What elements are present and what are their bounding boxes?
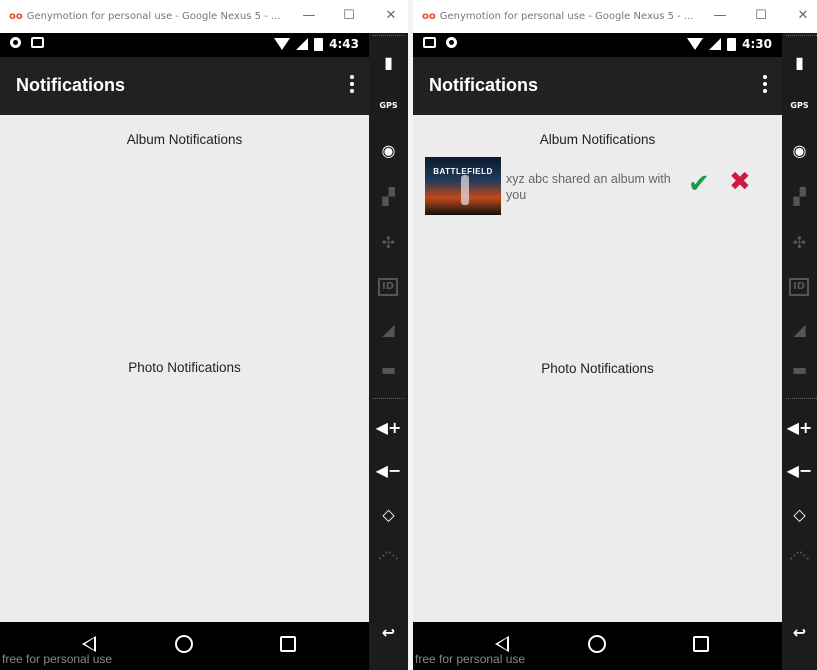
- mail-icon: [31, 37, 44, 48]
- status-bar: 4:30: [413, 33, 782, 57]
- device-screen: 4:43 Notifications Album Notifications P…: [0, 33, 369, 670]
- close-button[interactable]: ✕: [791, 8, 815, 23]
- album-notifications-heading: Album Notifications: [539, 132, 656, 147]
- check-icon[interactable]: ✔: [688, 169, 710, 199]
- video-icon: ▞: [793, 187, 806, 206]
- wifi-icon: [687, 38, 704, 50]
- close-button[interactable]: ✕: [379, 8, 403, 23]
- minimize-button[interactable]: —: [297, 8, 321, 23]
- photo-notifications-heading: Photo Notifications: [541, 361, 654, 376]
- genymotion-logo-icon: oo: [422, 11, 436, 22]
- back-icon[interactable]: [82, 636, 96, 652]
- sms-icon: ▬: [791, 360, 808, 379]
- battery-icon: [314, 37, 324, 51]
- status-time: 4:30: [742, 37, 772, 51]
- watermark: free for personal use: [2, 652, 113, 666]
- rss-icon: ◢: [382, 320, 395, 339]
- video-icon: ▞: [382, 187, 395, 206]
- photo-notifications-heading: Photo Notifications: [128, 360, 241, 375]
- rss-icon: ◢: [793, 320, 806, 339]
- maximize-button[interactable]: ☐: [337, 8, 361, 23]
- page-title: Notifications: [16, 75, 126, 95]
- emulator-window-right: oo Genymotion for personal use - Google …: [413, 0, 817, 670]
- minimize-button[interactable]: —: [708, 8, 732, 23]
- sms-icon: ▬: [380, 360, 397, 379]
- volume-up-icon[interactable]: ◀+: [782, 418, 817, 437]
- album-notifications-heading: Album Notifications: [126, 132, 243, 147]
- home-icon[interactable]: [175, 635, 193, 653]
- battery-icon: [727, 37, 737, 51]
- device-screen: 4:30 Notifications Album Notifications B…: [413, 33, 782, 670]
- dpad-icon: ✣: [792, 233, 807, 252]
- navigation-bar: free for personal use: [413, 622, 782, 670]
- album-thumbnail: BATTLEFIELD: [425, 157, 501, 215]
- pixel-perfect-icon: ⋰⋱: [378, 551, 399, 562]
- recent-apps-icon[interactable]: [693, 636, 709, 652]
- notification-message: xyz abc shared an album with you: [506, 172, 671, 202]
- recent-apps-icon[interactable]: [280, 636, 296, 652]
- hangouts-icon: [10, 37, 21, 48]
- signal-icon: [709, 38, 722, 50]
- battery-icon[interactable]: ▮: [369, 53, 408, 72]
- overflow-menu-icon[interactable]: [349, 73, 355, 97]
- watermark: free for personal use: [415, 652, 526, 666]
- emulator-sidebar: ▮ GPS ◉ ▞ ✣ ID ◢ ▬ ◀+ ◀− ◇ ⋰⋱ ↩: [369, 33, 408, 670]
- emulator-window-left: oo Genymotion for personal use - Google …: [0, 0, 408, 670]
- battery-icon[interactable]: ▮: [782, 53, 817, 72]
- maximize-button[interactable]: ☐: [749, 8, 773, 23]
- wifi-icon: [274, 38, 291, 50]
- mail-icon: [423, 37, 436, 48]
- emulator-sidebar: ▮ GPS ◉ ▞ ✣ ID ◢ ▬ ◀+ ◀− ◇ ⋰⋱ ↩: [782, 33, 817, 670]
- back-icon[interactable]: [495, 636, 509, 652]
- album-notification-item[interactable]: BATTLEFIELD xyz abc shared an album with…: [425, 157, 770, 217]
- volume-up-icon[interactable]: ◀+: [369, 418, 408, 437]
- window-titlebar[interactable]: oo Genymotion for personal use - Google …: [0, 0, 408, 33]
- pixel-perfect-icon: ⋰⋱: [789, 551, 810, 562]
- genymotion-logo-icon: oo: [9, 11, 23, 22]
- window-title: Genymotion for personal use - Google Nex…: [26, 11, 281, 22]
- navigation-bar: free for personal use: [0, 622, 369, 670]
- home-icon[interactable]: [588, 635, 606, 653]
- app-toolbar: Notifications: [0, 57, 369, 115]
- volume-down-icon[interactable]: ◀−: [782, 461, 817, 480]
- window-title: Genymotion for personal use - Google Nex…: [439, 11, 694, 22]
- rotate-icon[interactable]: ◇: [369, 505, 408, 524]
- gps-icon[interactable]: GPS: [782, 101, 817, 110]
- rotate-icon[interactable]: ◇: [782, 505, 817, 524]
- overflow-menu-icon[interactable]: [762, 73, 768, 97]
- app-toolbar: Notifications: [413, 57, 782, 115]
- status-bar: 4:43: [0, 33, 369, 57]
- window-titlebar[interactable]: oo Genymotion for personal use - Google …: [413, 0, 817, 33]
- status-time: 4:43: [329, 37, 359, 51]
- gps-icon[interactable]: GPS: [369, 101, 408, 110]
- webcam-icon[interactable]: ◉: [782, 141, 817, 160]
- page-title: Notifications: [429, 75, 539, 95]
- id-icon: ID: [378, 278, 398, 296]
- back-arrow-icon[interactable]: ↩: [369, 623, 408, 642]
- id-icon: ID: [789, 278, 809, 296]
- dpad-icon: ✣: [381, 233, 396, 252]
- close-icon[interactable]: ✖: [729, 167, 751, 197]
- signal-icon: [296, 38, 309, 50]
- hangouts-icon: [446, 37, 457, 48]
- volume-down-icon[interactable]: ◀−: [369, 461, 408, 480]
- webcam-icon[interactable]: ◉: [369, 141, 408, 160]
- back-arrow-icon[interactable]: ↩: [782, 623, 817, 642]
